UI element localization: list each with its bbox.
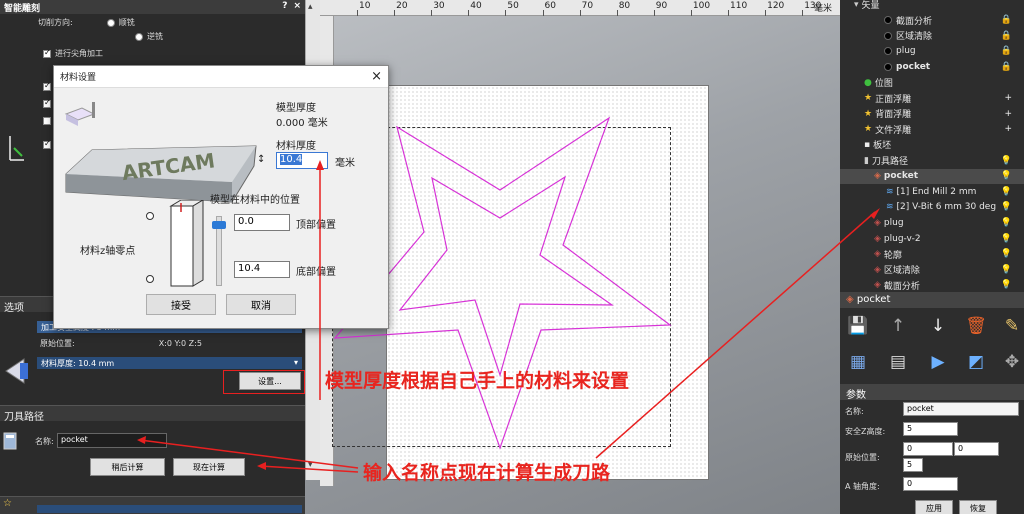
tpi-icon: ◈ [874,233,881,244]
tree-item-label: 文件浮雕 [875,125,912,136]
annotation-calculate: 输入名称点现在计算生成刀路 [363,462,611,484]
tree-item-label: plug [883,217,904,228]
tree-item-label: pocket [883,171,919,182]
tree-item-label: plug [896,46,916,57]
bitmap-icon: ● [864,77,872,88]
lock-icon[interactable]: 🔒 [1001,15,1012,25]
tree-item-4[interactable]: pocket 🔒 [840,59,1024,74]
tp-icon: ▮ [864,155,869,166]
lock-icon[interactable]: 🔒 [1001,46,1012,56]
tpi-icon: ◈ [874,280,881,291]
tree-item-label: 位图 [874,79,893,89]
tree-item-3[interactable]: plug 🔒 [840,44,1024,59]
tpi-icon: ◈ [874,249,881,260]
visibility-icon[interactable]: 💡 [1001,187,1012,197]
star-icon: ★ [864,93,873,104]
add-icon[interactable]: + [1004,124,1012,134]
tree-item-0[interactable]: ▾ 矢量 [840,0,1024,12]
tool-icon: ≋ [886,186,894,197]
tree-item-9[interactable]: ▪ 板坯 [840,137,1024,152]
visibility-icon[interactable]: 💡 [1001,202,1012,212]
tpi-icon: ◈ [874,217,881,228]
layer-dot-icon [884,47,892,56]
folder-icon: ▾ [854,0,859,10]
tree-item-label: 正面浮雕 [875,94,912,105]
block-icon: ▪ [864,139,871,150]
tpi-icon: ◈ [874,264,881,275]
visibility-icon[interactable]: 💡 [1001,234,1012,244]
tree-item-label: [1] End Mill 2 mm [896,186,977,197]
tree-item-label: 刀具路径 [871,157,908,167]
tree-item-12[interactable]: ≋ [1] End Mill 2 mm 💡 [840,184,1024,199]
tree-item-5[interactable]: ● 位图 [840,75,1024,90]
tree-item-2[interactable]: 区域清除 🔒 [840,28,1024,43]
tree-item-1[interactable]: 截面分析 🔒 [840,13,1024,28]
tree-item-label: 区域清除 [896,32,933,43]
star-icon: ★ [864,108,873,119]
tree-item-label: plug-v-2 [883,233,921,244]
visibility-icon[interactable]: 💡 [1001,218,1012,228]
tree-item-label: 板坯 [873,141,892,152]
tree-item-label: 矢量 [861,1,880,11]
visibility-icon[interactable]: 💡 [1001,156,1012,166]
lock-icon[interactable]: 🔒 [1001,62,1012,72]
tree-item-label: 区域清除 [883,266,920,277]
visibility-icon[interactable]: 💡 [1001,265,1012,275]
tree-item-label: 轮廓 [883,250,902,261]
layer-dot-icon [884,62,892,71]
layer-dot-icon [884,31,892,40]
tree-item-13[interactable]: ≋ [2] V-Bit 6 mm 30 deg 💡 [840,200,1024,215]
tree-item-6[interactable]: ★ 正面浮雕 + [840,91,1024,106]
star-icon: ★ [864,124,873,135]
tree-item-7[interactable]: ★ 背面浮雕 + [840,106,1024,121]
add-icon[interactable]: + [1004,109,1012,119]
add-icon[interactable]: + [1004,93,1012,103]
layer-dot-icon [884,16,892,25]
tree-item-17[interactable]: ◈ 区域清除 💡 [840,262,1024,277]
tree-item-16[interactable]: ◈ 轮廓 💡 [840,247,1024,262]
annotation-thickness: 模型厚度根据自己手上的材料来设置 [325,370,630,392]
visibility-icon[interactable]: 💡 [1001,280,1012,290]
tree-item-14[interactable]: ◈ plug 💡 [840,215,1024,230]
visibility-icon[interactable]: 💡 [1001,249,1012,259]
tree-item-18[interactable]: ◈ 截面分析 💡 [840,278,1024,293]
tree-item-10[interactable]: ▮ 刀具路径 💡 [840,153,1024,168]
visibility-icon[interactable]: 💡 [1001,171,1012,181]
lock-icon[interactable]: 🔒 [1001,31,1012,41]
tree-item-15[interactable]: ◈ plug-v-2 💡 [840,231,1024,246]
tree-item-label: 背面浮雕 [875,110,912,121]
tree-item-label: pocket [896,61,931,72]
tree-item-label: 截面分析 [883,281,920,292]
tree-item-label: [2] V-Bit 6 mm 30 deg [896,202,997,213]
tree-item-8[interactable]: ★ 文件浮雕 + [840,122,1024,137]
tpsel-icon: ◈ [874,171,881,182]
artcam-window: 智能雕刻 ? × 切削方向: 顺铣 逆铣 进行尖角加工 选项 加工安全高度 [0,0,1024,514]
tree-item-label: 截面分析 [896,16,933,27]
tool-icon: ≋ [886,202,894,213]
tree-item-11[interactable]: ◈ pocket 💡 [840,168,1024,184]
